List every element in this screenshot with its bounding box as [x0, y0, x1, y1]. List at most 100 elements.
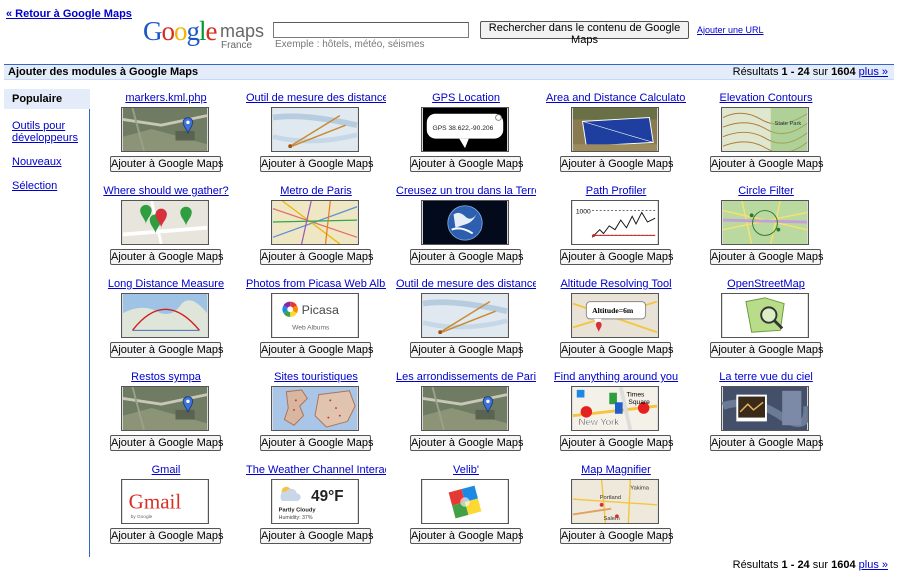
- module-thumbnail[interactable]: 1000: [571, 200, 659, 245]
- module-title-link[interactable]: Velib': [396, 464, 536, 476]
- module-title-link[interactable]: Sites touristiques: [246, 371, 386, 383]
- add-url-link[interactable]: Ajouter une URL: [697, 25, 764, 35]
- module-thumbnail[interactable]: [421, 479, 509, 524]
- module-title-link[interactable]: La terre vue du ciel: [696, 371, 836, 383]
- sidebar-item-new[interactable]: Nouveaux: [4, 153, 90, 172]
- module-title-link[interactable]: The Weather Channel Interac...: [246, 464, 386, 476]
- module-thumbnail[interactable]: [721, 200, 809, 245]
- module-thumbnail[interactable]: GPS 38.622,-90.206: [421, 107, 509, 152]
- add-to-google-maps-button[interactable]: Ajouter à Google Maps: [410, 156, 524, 172]
- module-thumbnail[interactable]: [121, 107, 209, 152]
- magnifier-portland-text: Portland: [600, 495, 621, 501]
- module-card: Where should we gather? Ajouter à Google …: [96, 182, 236, 272]
- add-to-google-maps-button[interactable]: Ajouter à Google Maps: [560, 435, 674, 451]
- gmail-by-text: by Google: [131, 514, 153, 520]
- module-title-link[interactable]: Photos from Picasa Web Albums: [246, 278, 386, 290]
- gps-coords-text: GPS 38.622,-90.206: [433, 125, 494, 132]
- add-to-google-maps-button[interactable]: Ajouter à Google Maps: [110, 249, 224, 265]
- add-to-google-maps-button[interactable]: Ajouter à Google Maps: [560, 342, 674, 358]
- module-thumbnail[interactable]: [271, 107, 359, 152]
- module-thumbnail[interactable]: [271, 386, 359, 431]
- module-thumbnail[interactable]: [271, 200, 359, 245]
- module-thumbnail[interactable]: Altitude=6m: [571, 293, 659, 338]
- module-thumbnail[interactable]: Gmail by Google: [121, 479, 209, 524]
- add-to-google-maps-button[interactable]: Ajouter à Google Maps: [710, 435, 824, 451]
- module-card: Velib' Ajouter à Google Maps: [396, 461, 536, 551]
- module-thumbnail[interactable]: Picasa Web Albums: [271, 293, 359, 338]
- module-thumbnail[interactable]: Yakima Portland Salem: [571, 479, 659, 524]
- module-title-link[interactable]: Gmail: [96, 464, 236, 476]
- module-thumbnail[interactable]: [121, 200, 209, 245]
- modules-grid: markers.kml.php Ajouter à Google Maps Outi…: [96, 89, 896, 549]
- module-title-link[interactable]: Find anything around you: [546, 371, 686, 383]
- module-thumbnail[interactable]: Times Square New York: [571, 386, 659, 431]
- add-to-google-maps-button[interactable]: Ajouter à Google Maps: [110, 528, 224, 544]
- country-label: France: [221, 40, 253, 51]
- add-to-google-maps-button[interactable]: Ajouter à Google Maps: [710, 249, 824, 265]
- module-title-link[interactable]: Where should we gather?: [96, 185, 236, 197]
- add-to-google-maps-button[interactable]: Ajouter à Google Maps: [110, 342, 224, 358]
- module-card: Elevation Contours State Park Ajouter à Go…: [696, 89, 836, 179]
- add-to-google-maps-button[interactable]: Ajouter à Google Maps: [260, 435, 374, 451]
- add-to-google-maps-button[interactable]: Ajouter à Google Maps: [710, 156, 824, 172]
- more-results-link[interactable]: plus »: [859, 66, 888, 78]
- module-card: The Weather Channel Interac... 49°F Partly…: [246, 461, 386, 551]
- module-thumbnail[interactable]: [571, 107, 659, 152]
- module-card: Sites touristiques Ajouter à Google Maps: [246, 368, 386, 458]
- back-to-google-maps-link[interactable]: « Retour à Google Maps: [6, 8, 132, 20]
- module-thumbnail[interactable]: [121, 386, 209, 431]
- module-title-link[interactable]: Metro de Paris: [246, 185, 386, 197]
- module-thumbnail[interactable]: [421, 293, 509, 338]
- module-thumbnail[interactable]: State Park: [721, 107, 809, 152]
- add-to-google-maps-button[interactable]: Ajouter à Google Maps: [110, 156, 224, 172]
- add-to-google-maps-button[interactable]: Ajouter à Google Maps: [560, 249, 674, 265]
- module-thumbnail[interactable]: [721, 293, 809, 338]
- add-to-google-maps-button[interactable]: Ajouter à Google Maps: [560, 528, 674, 544]
- module-thumbnail[interactable]: [421, 200, 509, 245]
- module-title-link[interactable]: Outil de mesure des distances: [246, 92, 386, 104]
- add-to-google-maps-button[interactable]: Ajouter à Google Maps: [110, 435, 224, 451]
- google-maps-logo[interactable]: Google maps France: [143, 16, 271, 52]
- module-thumbnail[interactable]: [421, 386, 509, 431]
- module-title-link[interactable]: Altitude Resolving Tool: [546, 278, 686, 290]
- search-button[interactable]: Rechercher dans le contenu de Google Map…: [480, 21, 689, 46]
- module-title-link[interactable]: GPS Location: [396, 92, 536, 104]
- module-card: La terre vue du ciel Ajouter à Google Map…: [696, 368, 836, 458]
- search-input[interactable]: [273, 22, 469, 38]
- module-title-link[interactable]: Long Distance Measure: [96, 278, 236, 290]
- module-title-link[interactable]: Creusez un trou dans la Terre: [396, 185, 536, 197]
- module-card: Creusez un trou dans la Terre Ajouter à G…: [396, 182, 536, 272]
- add-to-google-maps-button[interactable]: Ajouter à Google Maps: [260, 342, 374, 358]
- module-thumbnail[interactable]: [721, 386, 809, 431]
- module-title-link[interactable]: Map Magnifier: [546, 464, 686, 476]
- add-to-google-maps-button[interactable]: Ajouter à Google Maps: [260, 528, 374, 544]
- add-to-google-maps-button[interactable]: Ajouter à Google Maps: [260, 156, 374, 172]
- module-thumbnail[interactable]: 49°F Partly Cloudy Humidity: 37%: [271, 479, 359, 524]
- module-title-link[interactable]: Les arrondissements de Paris: [396, 371, 536, 383]
- add-to-google-maps-button[interactable]: Ajouter à Google Maps: [410, 528, 524, 544]
- module-title-link[interactable]: Elevation Contours: [696, 92, 836, 104]
- module-title-link[interactable]: Path Profiler: [546, 185, 686, 197]
- add-to-google-maps-button[interactable]: Ajouter à Google Maps: [410, 249, 524, 265]
- footer-more-results-link[interactable]: plus »: [859, 559, 888, 571]
- add-to-google-maps-button[interactable]: Ajouter à Google Maps: [260, 249, 374, 265]
- add-to-google-maps-button[interactable]: Ajouter à Google Maps: [410, 435, 524, 451]
- module-title-link[interactable]: Outil de mesure des distances: [396, 278, 536, 290]
- module-title-link[interactable]: OpenStreetMap: [696, 278, 836, 290]
- module-title-link[interactable]: Circle Filter: [696, 185, 836, 197]
- add-to-google-maps-button[interactable]: Ajouter à Google Maps: [410, 342, 524, 358]
- module-title-link[interactable]: markers.kml.php: [96, 92, 236, 104]
- module-thumbnail[interactable]: [121, 293, 209, 338]
- find-square-text: Square: [628, 399, 650, 406]
- add-to-google-maps-button[interactable]: Ajouter à Google Maps: [710, 342, 824, 358]
- add-to-google-maps-button[interactable]: Ajouter à Google Maps: [560, 156, 674, 172]
- sidebar-item-selection[interactable]: Sélection: [4, 177, 90, 196]
- sidebar-item-popular[interactable]: Populaire: [4, 89, 90, 109]
- sidebar-item-developer-tools[interactable]: Outils pour développeurs: [4, 117, 90, 148]
- module-title-link[interactable]: Restos sympa: [96, 371, 236, 383]
- find-ny-text: New York: [579, 417, 620, 428]
- module-title-link[interactable]: Area and Distance Calculator: [546, 92, 686, 104]
- footer-results-range: 1 - 24: [781, 559, 810, 571]
- module-card: GPS Location GPS 38.622,-90.206 Ajouter à …: [396, 89, 536, 179]
- picasa-sub-text: Web Albums: [292, 324, 330, 331]
